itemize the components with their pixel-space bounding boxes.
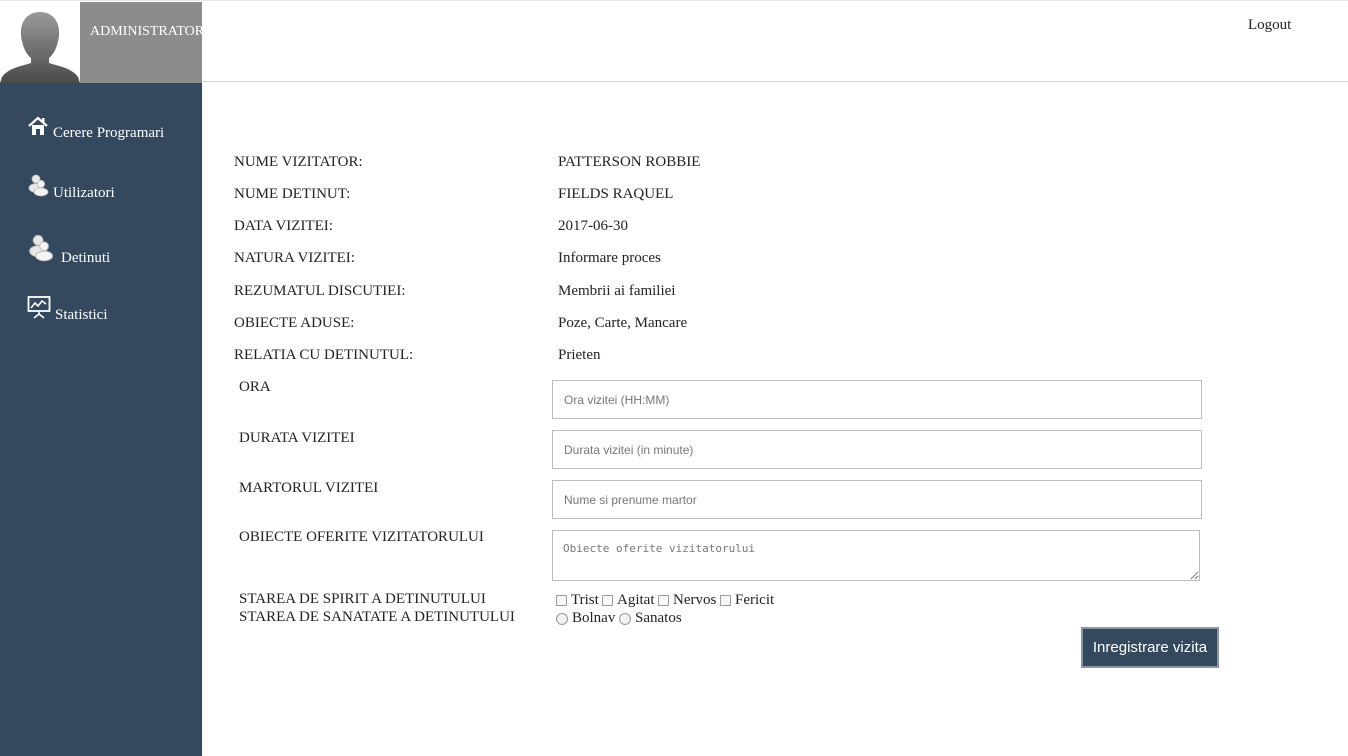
stare-spirit-label: STAREA DE SPIRIT A DETINUTULUI <box>239 591 486 607</box>
stare-sanatate-label: STAREA DE SANATATE A DETINUTULUI <box>239 609 515 625</box>
detail-value: Prieten <box>558 347 601 363</box>
detail-label: RELATIA CU DETINUTUL: <box>234 347 414 363</box>
martor-label: MARTORUL VIZITEI <box>239 480 379 496</box>
checkbox-label: Nervos <box>673 592 717 608</box>
durata-input[interactable] <box>552 430 1202 469</box>
top-header: ADMINISTRATOR Logout <box>0 0 1348 83</box>
radio-bolnav[interactable]: Bolnav <box>556 610 615 627</box>
detail-label: NUME VIZITATOR: <box>234 154 363 170</box>
radio-label: Sanatos <box>635 610 682 626</box>
ora-label: ORA <box>239 379 271 395</box>
checkbox-box[interactable] <box>556 595 567 606</box>
checkbox-box[interactable] <box>658 595 669 606</box>
avatar <box>0 2 80 83</box>
sidebar-item-label: Detinuti <box>61 250 111 266</box>
detail-value: 2017-06-30 <box>558 218 628 234</box>
inregistrare-vizita-button[interactable]: Inregistrare vizita <box>1081 627 1219 668</box>
obiecte-textarea[interactable] <box>552 530 1200 581</box>
detail-label: OBIECTE ADUSE: <box>234 315 355 331</box>
checkbox-box[interactable] <box>720 595 731 606</box>
obiecte-label: OBIECTE OFERITE VIZITATORULUI <box>239 529 484 545</box>
detail-label: NUME DETINUT: <box>234 186 351 202</box>
radio-circle[interactable] <box>619 612 631 625</box>
detail-value: Membrii ai familiei <box>558 283 676 299</box>
checkbox-label: Fericit <box>735 592 775 608</box>
checkbox-trist[interactable]: Trist <box>556 592 599 609</box>
sidebar-item-statistici[interactable]: Statistici <box>27 295 108 324</box>
sidebar-item-cerere-programari[interactable]: Cerere Programari <box>27 115 164 142</box>
detail-label: REZUMATUL DISCUTIEI: <box>234 283 406 299</box>
home-icon <box>27 115 49 142</box>
detail-label: NATURA VIZITEI: <box>234 250 355 266</box>
martor-input[interactable] <box>552 480 1202 519</box>
radio-circle[interactable] <box>556 612 568 625</box>
detail-value: FIELDS RAQUEL <box>558 186 674 202</box>
checkbox-label: Agitat <box>617 592 655 608</box>
sidebar-item-label: Utilizatori <box>53 185 115 201</box>
role-label: ADMINISTRATOR <box>90 24 205 39</box>
durata-label: DURATA VIZITEI <box>239 430 355 446</box>
checkbox-nervos[interactable]: Nervos <box>658 592 716 609</box>
checkbox-agitat[interactable]: Agitat <box>602 592 655 609</box>
checkbox-box[interactable] <box>602 595 613 606</box>
detail-value: Poze, Carte, Mancare <box>558 315 688 331</box>
role-panel: ADMINISTRATOR <box>80 2 205 83</box>
sidebar: Cerere Programari Utilizatori Detinuti S… <box>0 83 202 756</box>
presentation-chart-icon <box>27 295 51 324</box>
detail-value: PATTERSON ROBBIE <box>558 154 701 170</box>
user-silhouette-icon <box>0 12 80 83</box>
users-icon <box>27 173 49 202</box>
sidebar-item-detinuti[interactable]: Detinuti <box>27 233 110 267</box>
radio-sanatos[interactable]: Sanatos <box>619 610 682 627</box>
checkbox-label: Trist <box>571 592 599 608</box>
detail-value: Informare proces <box>558 250 661 266</box>
logout-link[interactable]: Logout <box>1248 17 1291 34</box>
users-icon <box>27 233 54 267</box>
sidebar-item-label: Statistici <box>55 307 108 323</box>
checkbox-fericit[interactable]: Fericit <box>720 592 774 609</box>
sidebar-item-utilizatori[interactable]: Utilizatori <box>27 173 115 202</box>
radio-label: Bolnav <box>572 610 616 626</box>
detail-label: DATA VIZITEI: <box>234 218 333 234</box>
sidebar-item-label: Cerere Programari <box>53 125 165 141</box>
ora-input[interactable] <box>552 380 1202 419</box>
